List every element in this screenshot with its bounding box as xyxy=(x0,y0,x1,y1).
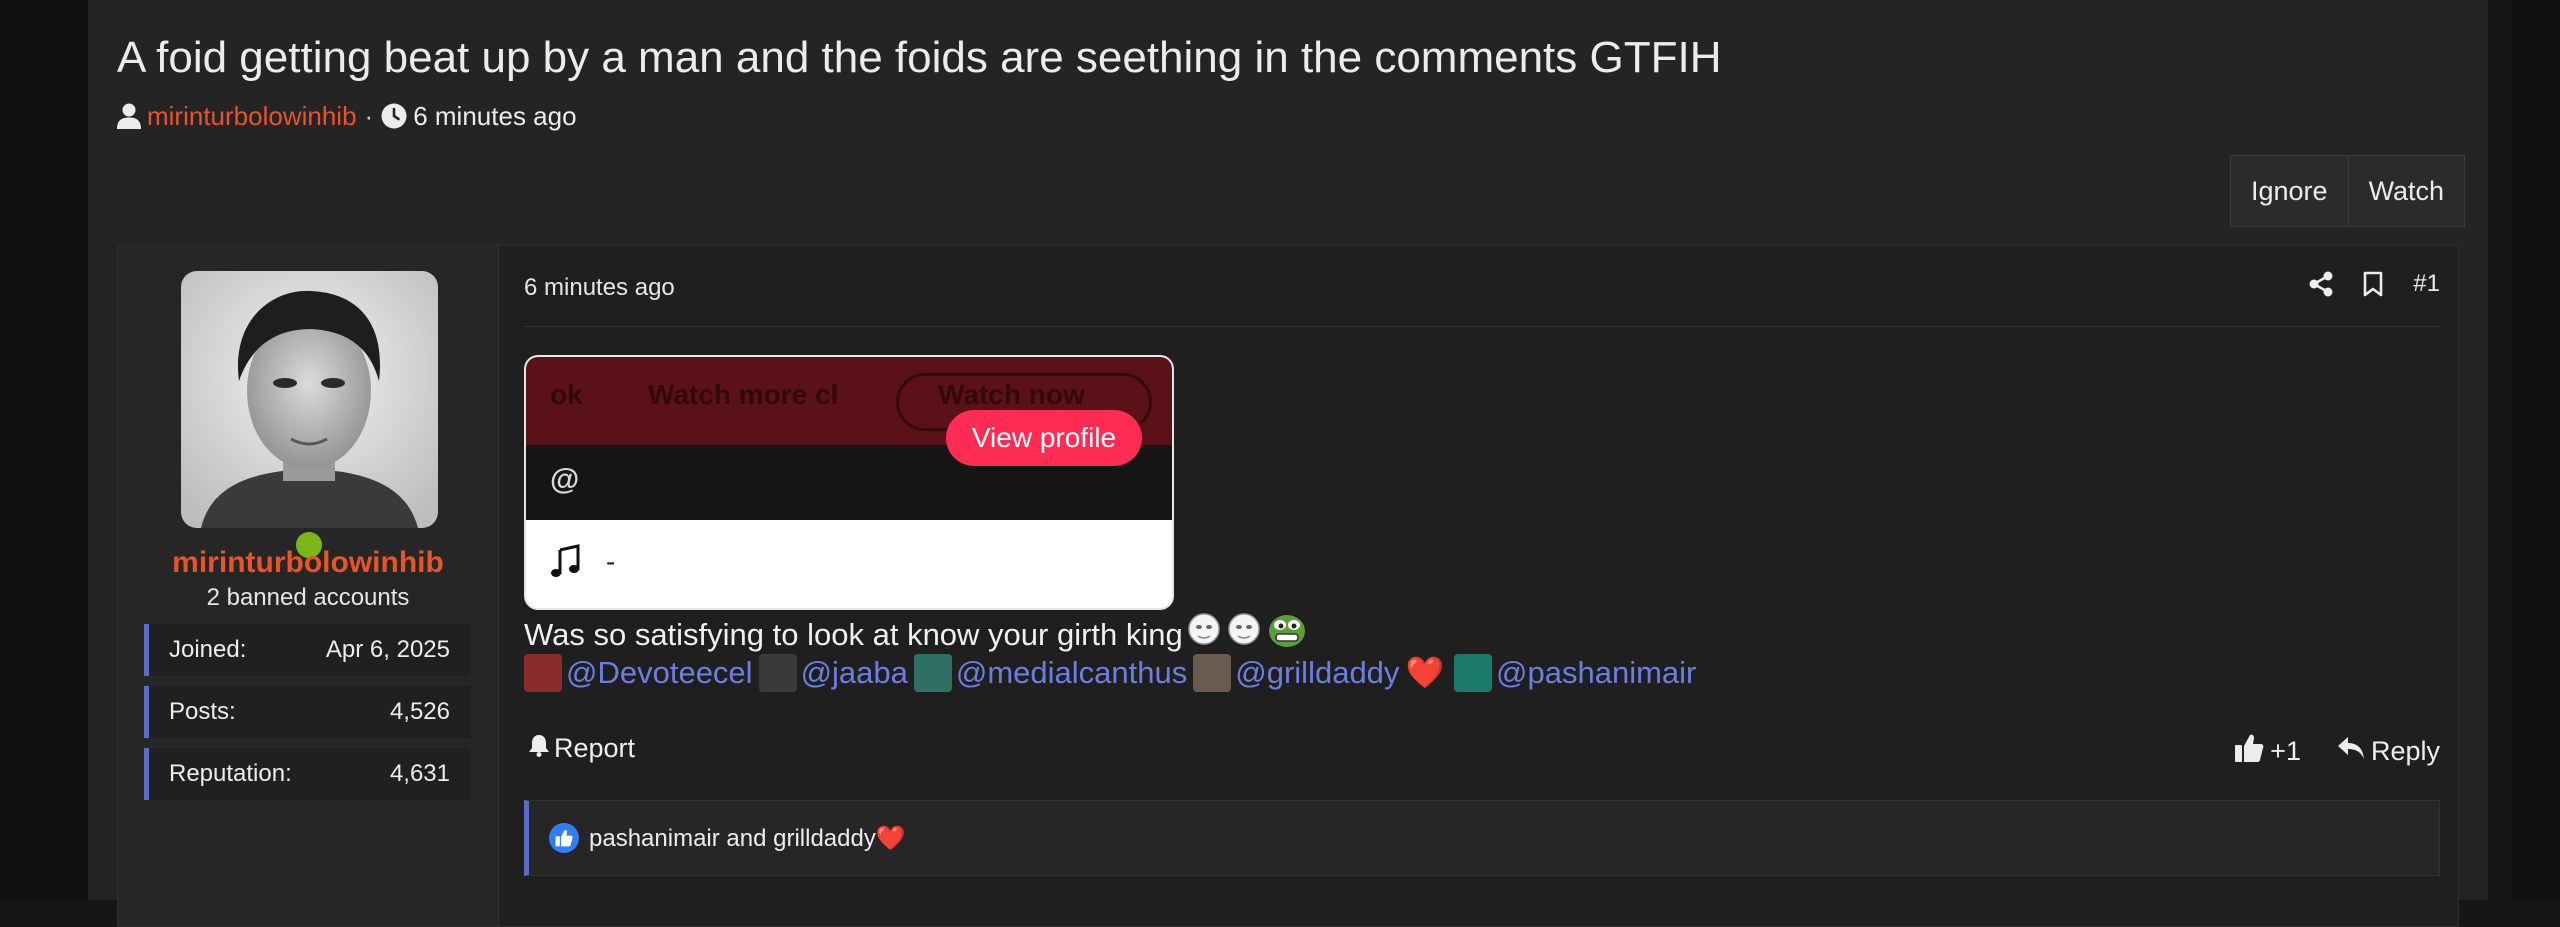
mention-avatar xyxy=(1193,654,1232,692)
stat-value: Apr 6, 2025 xyxy=(325,636,450,663)
like-button[interactable]: +1 xyxy=(2234,733,2301,770)
post-main: 6 minutes ago #1 ok Watch more cl Watch … xyxy=(524,246,2440,926)
reactions-text: pashanimair and grilldaddy❤️ xyxy=(589,824,906,853)
user-title: 2 banned accounts xyxy=(206,584,410,611)
bell-icon xyxy=(528,733,550,764)
heart-emoji: ❤️ xyxy=(1405,655,1445,690)
reply-arrow-icon xyxy=(2337,735,2365,768)
post-body-text: Was so satisfying to look at know your g… xyxy=(524,617,1183,652)
meta-separator: · xyxy=(364,100,374,131)
thumbs-up-icon xyxy=(2234,733,2264,770)
post-time[interactable]: 6 minutes ago xyxy=(524,274,675,302)
like-count: +1 xyxy=(2270,736,2301,766)
bookmark-icon[interactable] xyxy=(2363,271,2383,297)
embed-ghost-text: Watch more cl xyxy=(648,379,839,410)
thread-title: A foid getting beat up by a man and the … xyxy=(117,33,1722,82)
mention-avatar xyxy=(1454,654,1493,692)
thread-action-buttons: Ignore Watch xyxy=(2230,155,2466,227)
watch-button[interactable]: Watch xyxy=(2347,156,2465,226)
avatar[interactable] xyxy=(181,271,438,562)
pepe-emoji-icon xyxy=(1267,611,1307,659)
mention-avatar xyxy=(758,654,797,692)
reactions-bar[interactable]: pashanimair and grilldaddy❤️ xyxy=(524,800,2440,876)
mention-link[interactable]: @grilldaddy xyxy=(1235,653,1399,693)
post-footer-actions: +1 Reply xyxy=(2234,733,2440,770)
report-label: Report xyxy=(554,733,636,763)
embed-music-text: - xyxy=(606,546,616,577)
mention-list: @Devoteecel @jaaba @medialcanthus @grill… xyxy=(524,653,1696,693)
post-message: mirinturbolowinhib 2 banned accounts Joi… xyxy=(117,245,2459,927)
right-gutter xyxy=(2512,0,2560,900)
user-stat-posts: Posts: 4,526 xyxy=(144,686,470,738)
thread-author-link[interactable]: mirinturbolowinhib xyxy=(147,101,357,132)
mention-avatar xyxy=(524,654,562,692)
mention-link[interactable]: @Devoteecel xyxy=(566,653,753,693)
mention-link[interactable]: @jaaba xyxy=(801,653,908,693)
reply-button[interactable]: Reply xyxy=(2337,735,2440,768)
clock-icon xyxy=(381,103,407,129)
user-stat-joined: Joined: Apr 6, 2025 xyxy=(144,624,470,676)
reaction-heart: ❤️ xyxy=(875,824,906,852)
mention-avatar xyxy=(913,654,952,692)
reply-label: Reply xyxy=(2370,736,2440,766)
mention-link[interactable]: @medialcanthus xyxy=(956,653,1187,693)
ignore-button[interactable]: Ignore xyxy=(2231,156,2348,226)
post-body: Was so satisfying to look at know your g… xyxy=(524,611,1307,659)
tiktok-embed[interactable]: ok Watch more cl Watch now @ View profil… xyxy=(524,355,1174,610)
thread-meta: mirinturbolowinhib · 6 minutes ago xyxy=(117,98,577,134)
reactions-names: pashanimair and grilldaddy xyxy=(589,824,876,852)
stat-label: Joined: xyxy=(169,636,247,663)
music-note-icon xyxy=(550,544,582,583)
stat-label: Reputation: xyxy=(169,760,292,787)
user-icon xyxy=(117,103,141,129)
embed-ghost-text: ok xyxy=(550,379,583,410)
stat-value[interactable]: 4,526 xyxy=(390,698,450,726)
emoji-face-icon xyxy=(1187,612,1221,658)
share-icon[interactable] xyxy=(2309,271,2333,297)
post-username[interactable]: mirinturbolowinhib xyxy=(118,546,498,580)
user-stat-reputation: Reputation: 4,631 xyxy=(144,748,470,800)
stat-label: Posts: xyxy=(169,698,236,725)
avatar-image[interactable] xyxy=(181,271,438,528)
view-profile-button[interactable]: View profile xyxy=(946,410,1142,466)
post-number-link[interactable]: #1 xyxy=(2413,270,2440,298)
post-header-actions: #1 xyxy=(2309,270,2440,298)
report-button[interactable]: Report xyxy=(528,733,635,764)
left-gutter xyxy=(0,0,88,900)
embed-at-sign: @ xyxy=(550,463,580,496)
thread-time[interactable]: 6 minutes ago xyxy=(413,101,576,132)
embed-ghost-text: Watch now xyxy=(938,379,1085,410)
embed-music-row: - xyxy=(526,520,1172,608)
mention-link[interactable]: @pashanimair xyxy=(1496,653,1696,693)
post-header-divider xyxy=(524,326,2440,327)
emoji-face-icon xyxy=(1227,612,1261,658)
like-reaction-icon xyxy=(549,823,579,853)
stat-value: 4,631 xyxy=(389,760,450,787)
post-user-panel: mirinturbolowinhib 2 banned accounts Joi… xyxy=(118,246,499,926)
